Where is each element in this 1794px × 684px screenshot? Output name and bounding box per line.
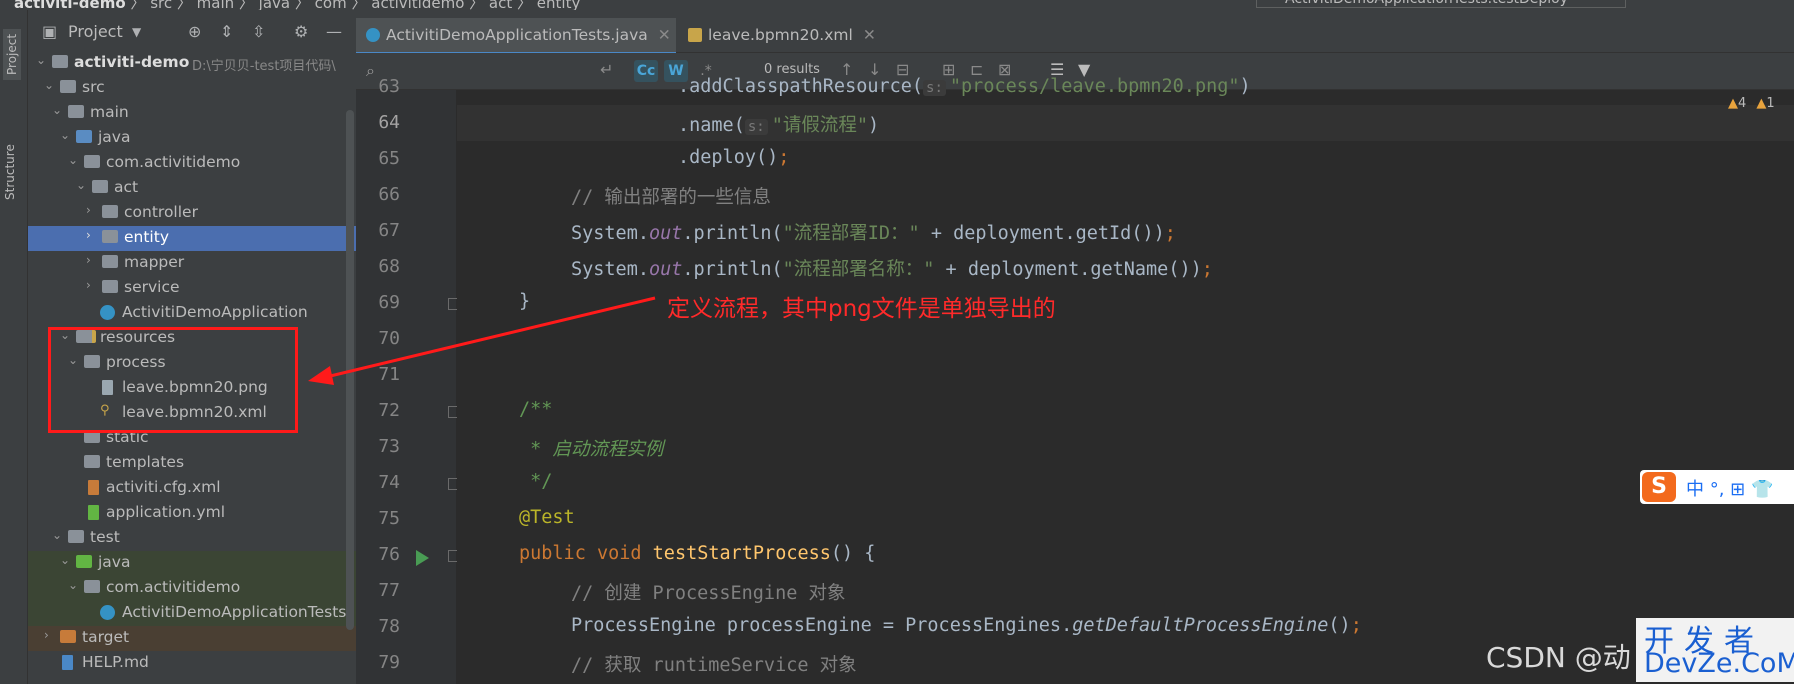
weak-warning-count: 1	[1766, 96, 1775, 111]
arrow-line	[321, 296, 656, 380]
ime-status[interactable]: 中 °, ⊞ 👕	[1686, 475, 1773, 501]
annotation-text: 定义流程，其中png文件是单独导出的	[667, 296, 1056, 322]
site-watermark-bottom: DevZe.CoM	[1644, 648, 1794, 679]
ime-toolbar[interactable]: S 中 °, ⊞ 👕	[1640, 470, 1794, 504]
arrow-head	[308, 366, 334, 385]
csdn-watermark: CSDN @动	[1486, 641, 1631, 674]
warning-count: 4	[1738, 96, 1747, 111]
inspection-widget[interactable]: ▲4 ▲1	[1728, 96, 1775, 111]
weak-warning-icon: ▲	[1756, 96, 1767, 111]
site-watermark: 开发者 DevZe.CoM	[1636, 618, 1794, 682]
warning-icon: ▲	[1728, 96, 1738, 111]
annotation-arrow	[308, 296, 656, 385]
sogou-logo-icon: S	[1642, 472, 1676, 502]
